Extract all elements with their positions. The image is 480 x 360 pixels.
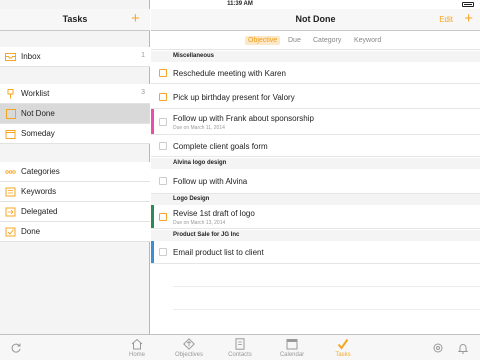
sidebar-item-inbox[interactable]: Inbox 1 [0, 47, 150, 67]
bell-icon[interactable] [457, 342, 469, 354]
refresh-icon[interactable] [10, 342, 22, 354]
task-checkbox[interactable] [159, 69, 167, 77]
sidebar-item-delegated[interactable]: Delegated [0, 202, 150, 222]
sidebar-item-not-done[interactable]: Not Done [0, 104, 150, 124]
sidebar-item-someday[interactable]: Someday [0, 124, 150, 144]
task-row[interactable]: Follow up with Frank about sponsorship D… [151, 109, 480, 135]
task-title: Follow up with Frank about sponsorship [173, 114, 314, 123]
task-checkbox[interactable] [159, 118, 167, 126]
section-header: Logo Design [151, 194, 480, 205]
task-color-stripe [151, 109, 154, 134]
task-color-stripe [151, 205, 154, 228]
sidebar-item-count: 1 [141, 52, 145, 59]
task-row[interactable]: Reschedule meeting with Karen [151, 62, 480, 84]
tab-home[interactable]: Home [111, 335, 163, 360]
task-checkbox[interactable] [159, 213, 167, 221]
sidebar-item-label: Done [21, 227, 41, 236]
sidebar-item-label: Someday [21, 129, 55, 138]
keywords-icon [5, 187, 16, 197]
sidebar-item-label: Delegated [21, 207, 58, 216]
sidebar-item-count: 3 [141, 89, 145, 96]
task-title: Pick up birthday present for Valory [173, 93, 295, 102]
task-title: Email product list to client [173, 248, 264, 257]
tab-bar: Home Objectives Contacts Calendar Tasks [0, 334, 480, 360]
home-icon [131, 338, 143, 350]
sidebar-item-label: Keywords [21, 187, 57, 196]
section-header: Product Sale for JG Inc [151, 230, 480, 241]
task-title: Revise 1st draft of logo [173, 209, 255, 218]
add-task-button[interactable]: + [131, 10, 140, 28]
check-square-icon [5, 227, 16, 237]
sidebar-item-label: Not Done [21, 109, 55, 118]
task-color-stripe [151, 241, 154, 263]
sidebar-item-categories[interactable]: Categories [0, 162, 150, 182]
objectives-icon [183, 338, 195, 350]
categories-icon [5, 170, 16, 174]
tab-tasks[interactable]: Tasks [317, 335, 369, 360]
tab-due[interactable]: Due [285, 36, 304, 45]
sidebar-header: Tasks + [0, 9, 150, 31]
battery-icon [462, 2, 474, 7]
task-title: Complete client goals form [173, 142, 268, 151]
calendar-icon [5, 130, 16, 139]
main-header: Not Done Edit + [151, 9, 480, 31]
sidebar-item-done[interactable]: Done [0, 222, 150, 242]
section-header: Alvina logo design [151, 158, 480, 169]
tasks-check-icon [337, 338, 349, 350]
edit-button[interactable]: Edit [439, 15, 453, 24]
task-checkbox[interactable] [159, 93, 167, 101]
delegated-icon [5, 207, 16, 217]
task-checkbox[interactable] [159, 142, 167, 150]
tab-label: Objectives [174, 352, 203, 358]
empty-row-divider [173, 286, 480, 287]
tab-label: Calendar [279, 352, 305, 358]
section-header: Miscellaneous [151, 51, 480, 62]
task-due-date: Due on March 13, 2014 [173, 220, 226, 226]
task-due-date: Due on March 11, 2014 [173, 125, 225, 131]
settings-icon[interactable] [432, 342, 444, 354]
tab-keyword[interactable]: Keyword [351, 36, 384, 45]
tab-label: Home [128, 352, 145, 358]
task-row[interactable]: Follow up with Alvina [151, 169, 480, 194]
square-icon [6, 109, 16, 119]
add-button[interactable]: + [464, 10, 473, 28]
task-checkbox[interactable] [159, 248, 167, 256]
sort-segmented-control: Objective Due Category Keyword [151, 31, 480, 50]
sidebar-item-keywords[interactable]: Keywords [0, 182, 150, 202]
contacts-icon [235, 338, 245, 350]
pin-icon [7, 89, 14, 99]
tab-label: Contacts [228, 352, 252, 358]
sidebar-title: Tasks [62, 14, 88, 24]
empty-row-divider [173, 309, 480, 310]
tab-objectives[interactable]: Objectives [163, 335, 215, 360]
task-checkbox[interactable] [159, 177, 167, 185]
tab-calendar[interactable]: Calendar [266, 335, 318, 360]
inbox-icon [5, 53, 16, 61]
page-title: Not Done [295, 14, 336, 24]
tab-objective[interactable]: Objective [245, 36, 281, 45]
sidebar-item-label: Worklist [21, 89, 50, 98]
task-title: Reschedule meeting with Karen [173, 69, 286, 78]
calendar-icon [286, 339, 298, 350]
sidebar-item-worklist[interactable]: Worklist 3 [0, 84, 150, 104]
sidebar-item-label: Categories [21, 167, 60, 176]
sidebar: Tasks + Inbox 1 Worklist 3 Not Done Some… [0, 0, 150, 334]
task-row[interactable]: Pick up birthday present for Valory [151, 84, 480, 109]
task-title: Follow up with Alvina [173, 177, 248, 186]
task-row[interactable]: Complete client goals form [151, 135, 480, 157]
sidebar-item-label: Inbox [21, 52, 41, 61]
task-row[interactable]: Revise 1st draft of logo Due on March 13… [151, 205, 480, 229]
task-row[interactable]: Email product list to client [151, 241, 480, 264]
tab-contacts[interactable]: Contacts [214, 335, 266, 360]
tab-category[interactable]: Category [310, 36, 344, 45]
tab-label: Tasks [335, 352, 351, 358]
